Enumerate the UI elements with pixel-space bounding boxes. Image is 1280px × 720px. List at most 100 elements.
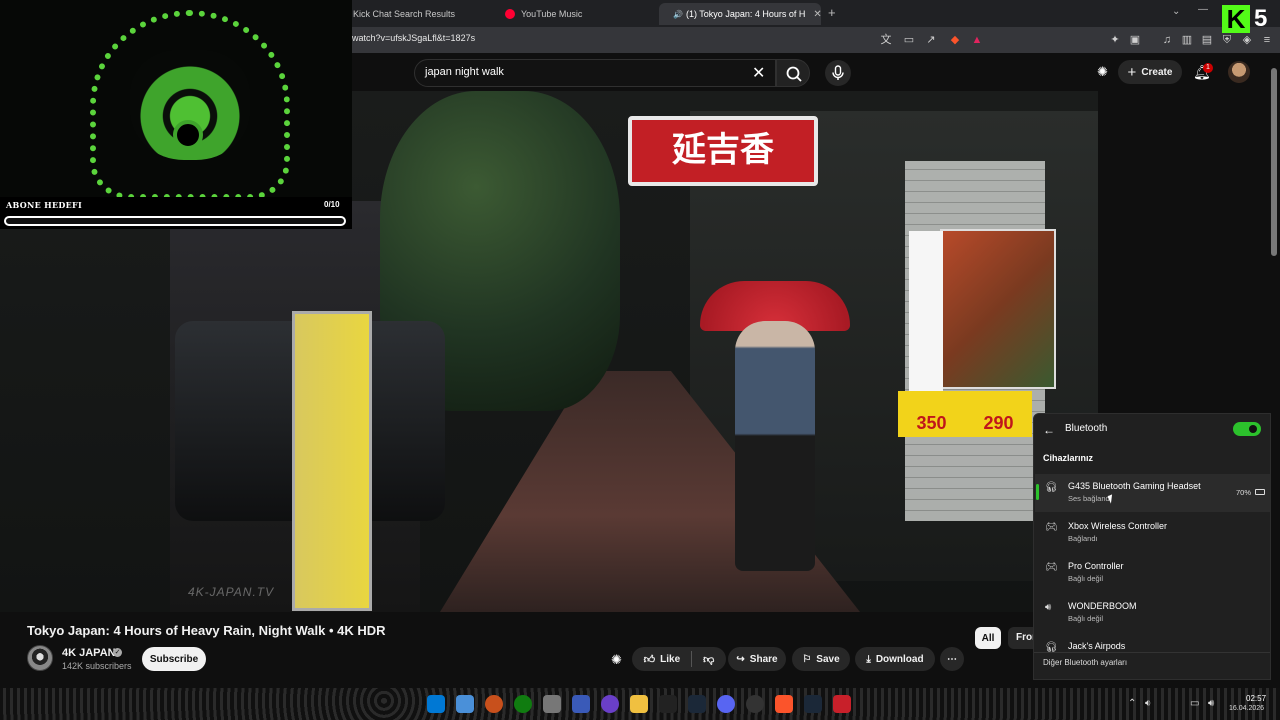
like-button[interactable]: Like xyxy=(660,654,680,665)
tab-tokyo-japan[interactable]: 🔊 (1) Tokyo Japan: 4 Hours of H ✕ xyxy=(659,3,821,25)
app-icon-3[interactable] xyxy=(572,695,590,713)
tray-volume-icon[interactable]: 🔉︎ xyxy=(1145,698,1151,709)
app-icon-4[interactable] xyxy=(601,695,619,713)
kick-k-mark: K xyxy=(1222,5,1250,33)
back-arrow-icon[interactable]: ← xyxy=(1043,423,1055,437)
brave-shield-icon[interactable]: ◆ xyxy=(948,33,962,47)
music-icon[interactable]: ♫ xyxy=(1160,33,1174,47)
tray-overflow-icon[interactable]: ⌃ xyxy=(1128,698,1136,709)
gamepad-icon: 🎮︎ xyxy=(1045,522,1058,533)
ask-sparkle-icon[interactable]: ✺ xyxy=(611,652,622,668)
more-actions-button[interactable]: ⋯ xyxy=(940,647,964,671)
channel-name[interactable]: 4K JAPAN xyxy=(62,647,116,659)
obs-icon[interactable] xyxy=(746,695,764,713)
url-field[interactable]: watch?v=ufskJSgaLfl&t=1827s xyxy=(352,33,475,43)
shield-icon[interactable]: ◈ xyxy=(1240,33,1254,47)
tab-search-icon[interactable]: ⌄ xyxy=(1172,6,1180,17)
brave-rewards-icon[interactable]: ▲ xyxy=(970,33,984,47)
taskbar-time[interactable]: 02:57 xyxy=(1246,694,1266,703)
steam-icon-2[interactable] xyxy=(804,695,822,713)
thumbs-down-icon[interactable]: 👎︎ xyxy=(703,653,714,666)
device-name: WONDERBOOM xyxy=(1068,601,1137,611)
gamepad-icon: 🎮︎ xyxy=(1045,562,1058,573)
toggle-knob xyxy=(1249,425,1257,433)
discord-icon[interactable] xyxy=(717,695,735,713)
kick-number: 5 xyxy=(1254,5,1268,32)
extensions-icon[interactable]: ✦ xyxy=(1108,33,1122,47)
scene-yellow-sign: 350 290 xyxy=(898,391,1032,437)
device-name: Xbox Wireless Controller xyxy=(1068,521,1168,531)
channel-avatar[interactable] xyxy=(27,645,53,671)
app-icon-2[interactable] xyxy=(543,695,561,713)
video-title: Tokyo Japan: 4 Hours of Heavy Rain, Nigh… xyxy=(27,623,386,638)
overlay-mouth-art xyxy=(173,120,203,150)
share-button[interactable]: ↪ Share xyxy=(728,647,786,671)
minimize-icon[interactable]: — xyxy=(1198,4,1208,15)
bookmark-icon: ⚐ xyxy=(802,653,812,665)
save-button[interactable]: ⚐ Save xyxy=(792,647,850,671)
translate-icon[interactable]: 文 xyxy=(879,33,893,47)
speaker-icon: 🔊 xyxy=(673,9,683,19)
headset-icon: 🎧︎ xyxy=(1045,482,1058,493)
save-label: Save xyxy=(816,653,840,665)
menu-icon[interactable]: ≡ xyxy=(1260,33,1274,47)
tray-network-icon[interactable]: ▭ xyxy=(1190,698,1199,709)
file-explorer-icon[interactable] xyxy=(630,695,648,713)
reader-icon[interactable]: ▥ xyxy=(1180,33,1194,47)
thumbs-up-icon[interactable]: 👍︎ xyxy=(644,653,656,666)
scene-woman xyxy=(735,321,815,571)
download-button[interactable]: ⤓ Download xyxy=(855,647,935,671)
scene-food-menu xyxy=(940,229,1056,389)
new-tab-button[interactable]: + xyxy=(828,5,836,20)
tab-label: Kick Chat Search Results xyxy=(353,9,456,19)
tab-label: (1) Tokyo Japan: 4 Hours of H xyxy=(685,9,806,19)
bt-device-wonderboom[interactable]: 🔊︎ WONDERBOOM Bağlı değil xyxy=(1035,594,1270,632)
cast-sparkle-icon[interactable]: ✺ xyxy=(1097,64,1108,80)
close-tab-icon[interactable]: ✕ xyxy=(813,9,821,20)
clear-search-icon[interactable]: ✕ xyxy=(752,63,765,83)
vpn-icon[interactable]: ⛨ xyxy=(1220,33,1234,47)
verified-check-icon: ✓ xyxy=(113,648,122,657)
goal-count: 0/10 xyxy=(324,200,340,209)
search-button[interactable] xyxy=(776,59,810,87)
tray-speaker-icon[interactable]: 🔊︎ xyxy=(1208,698,1214,709)
sidebar-icon[interactable]: ▣ xyxy=(1128,33,1142,47)
scene-red-sign: 延吉香 xyxy=(628,116,818,186)
start-icon[interactable] xyxy=(427,695,445,713)
task-view-icon[interactable] xyxy=(456,695,474,713)
steam-icon[interactable] xyxy=(688,695,706,713)
chip-all[interactable]: All xyxy=(975,627,1001,649)
page-scrollbar[interactable] xyxy=(1271,68,1277,256)
video-watermark: 4K-JAPAN.TV xyxy=(188,585,275,599)
tab-kick-chat[interactable]: Kick Chat Search Results xyxy=(345,3,493,25)
bt-device-xbox-controller[interactable]: 🎮︎ Xbox Wireless Controller Bağlandı xyxy=(1035,514,1270,552)
taskbar-date[interactable]: 16.04.2026 xyxy=(1229,705,1264,712)
bt-device-headset[interactable]: 🎧︎ G435 Bluetooth Gaming Headset Ses bağ… xyxy=(1035,474,1270,512)
tab-youtube-music[interactable]: YouTube Music xyxy=(497,3,655,25)
recommendations-sidebar xyxy=(1098,91,1268,413)
xbox-icon[interactable] xyxy=(514,695,532,713)
wallet-icon[interactable]: ▤ xyxy=(1200,33,1214,47)
brave-icon[interactable] xyxy=(775,695,793,713)
like-divider xyxy=(691,651,693,667)
scene-bus-sign xyxy=(292,311,372,611)
device-status: Bağlı değil xyxy=(1068,574,1104,583)
cast-icon[interactable]: ▭ xyxy=(902,33,916,47)
share-page-icon[interactable]: ↗ xyxy=(924,33,938,47)
create-label: Create xyxy=(1141,66,1173,78)
app-icon-1[interactable] xyxy=(485,695,503,713)
device-name: Pro Controller xyxy=(1068,561,1124,571)
share-icon: ↪ xyxy=(736,653,745,665)
subscribe-button[interactable]: Subscribe xyxy=(142,647,206,671)
epic-games-icon[interactable] xyxy=(659,695,677,713)
more-bluetooth-settings-link[interactable]: Diğer Bluetooth ayarları xyxy=(1043,658,1127,667)
bt-device-airpods[interactable]: 🎧︎ Jack's Airpods xyxy=(1035,634,1270,652)
app-icon-5[interactable] xyxy=(833,695,851,713)
voice-search-button[interactable] xyxy=(825,60,851,86)
account-avatar[interactable] xyxy=(1228,61,1250,83)
bt-device-pro-controller[interactable]: 🎮︎ Pro Controller Bağlı değil xyxy=(1035,554,1270,592)
sign-price-right: 290 xyxy=(983,413,1014,433)
create-button[interactable]: + Create xyxy=(1118,60,1182,84)
plus-icon: + xyxy=(1127,63,1137,81)
search-query[interactable]: japan night walk xyxy=(425,66,504,78)
